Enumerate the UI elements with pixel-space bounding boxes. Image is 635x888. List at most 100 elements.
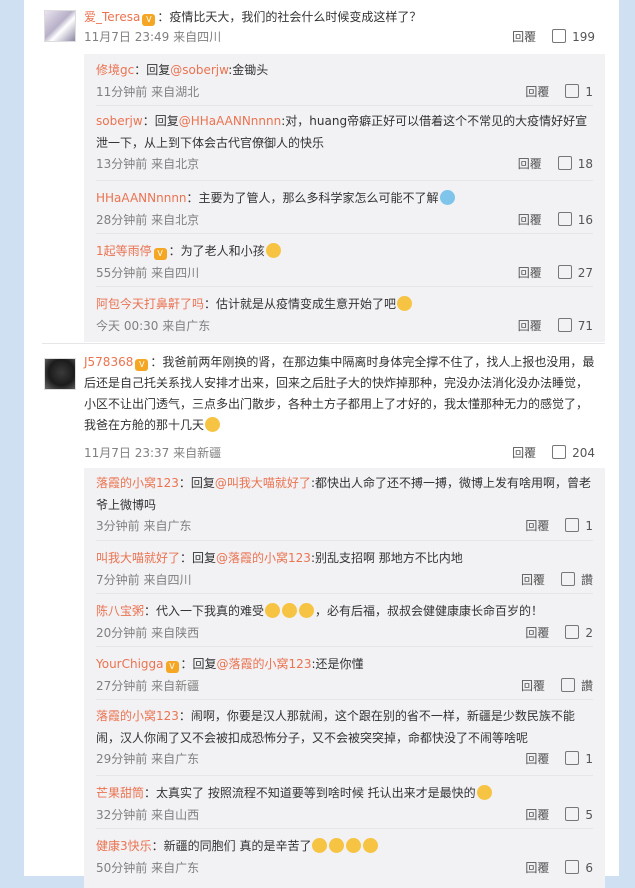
avatar[interactable]	[44, 358, 76, 390]
like-count: 71	[577, 319, 593, 333]
thumbs-up-icon[interactable]	[557, 212, 572, 226]
thumbs-up-icon[interactable]	[552, 445, 567, 459]
username-link[interactable]: 爱_Teresa	[84, 10, 140, 24]
like-count: 1	[585, 519, 593, 533]
reply-time: 11分钟前 来自湖北	[96, 85, 200, 99]
username-link[interactable]: HHaAANNnnnn	[96, 191, 187, 205]
reply-text: :金锄头	[228, 63, 269, 77]
reply-item: 1起等雨停 V ：为了老人和小孩 55分钟前 来自四川 回覆 27	[96, 239, 593, 283]
vip-badge-icon: V	[153, 248, 167, 260]
mention-link[interactable]: @soberjw	[170, 63, 228, 77]
mention-link[interactable]: @HHaAANNnnnn	[179, 114, 282, 128]
reply-button[interactable]: 回覆	[525, 626, 549, 640]
thumbs-up-icon[interactable]	[565, 625, 580, 639]
like-count: 204	[572, 446, 595, 460]
thumbs-up-icon[interactable]	[565, 860, 580, 874]
mention-link[interactable]: @落霞的小窝123	[217, 657, 312, 671]
like-count: 6	[585, 861, 593, 875]
thumbs-up-icon[interactable]	[565, 84, 580, 98]
like-count: 2	[585, 626, 593, 640]
reply-time: 27分钟前 来自新疆	[96, 679, 200, 693]
reply-text: ：主要为了管人，那么多科学家怎么可能不了解	[186, 191, 439, 205]
like-count: 1	[585, 752, 593, 766]
reply-button[interactable]: 回覆	[518, 319, 542, 333]
reply-button[interactable]: 回覆	[525, 808, 549, 822]
reply-item: soberjw：回复@HHaAANNnnnn:对，huang帝癖正好可以借着这个…	[96, 110, 593, 174]
username-link[interactable]: 1起等雨停	[96, 244, 152, 258]
reply-text: :还是你懂	[311, 657, 364, 671]
comment-body: 爱_Teresa V ：疫情比天大，我们的社会什么时候变成这样了？	[84, 7, 595, 28]
username-link[interactable]: 修境gc	[96, 63, 134, 77]
like-count: 16	[577, 213, 593, 227]
reply-button[interactable]: 回覆	[525, 519, 549, 533]
reply-button[interactable]: 回覆	[512, 30, 536, 44]
reply-text: ：太真实了 按照流程不知道要等到啥时候 托认出来才是最快的	[144, 786, 476, 800]
thumbs-up-icon[interactable]	[552, 29, 567, 43]
reply-time: 29分钟前 来自广东	[96, 752, 200, 766]
vip-badge-icon: V	[165, 661, 179, 673]
username-link[interactable]: 陈八宝粥	[96, 604, 144, 618]
reply-item: 落霞的小窝123：闹啊，你要是汉人那就闹，这个跟在别的省不一样，新疆是少数民族不…	[96, 705, 593, 769]
mention-link[interactable]: @落霞的小窝123	[216, 551, 311, 565]
thread-divider	[42, 343, 605, 344]
reply-time: 7分钟前 来自四川	[96, 573, 192, 587]
username-link[interactable]: J578368	[84, 355, 133, 369]
reply-time: 20分钟前 来自陕西	[96, 626, 200, 640]
reply-time: 3分钟前 来自广东	[96, 519, 192, 533]
crying-emoji-icon	[476, 785, 492, 800]
reply-time: 50分钟前 来自广东	[96, 861, 200, 875]
reply-text-tail: ，必有后福，叔叔会健健康康长命百岁的！	[315, 604, 544, 618]
username-link[interactable]: 阿包今天打鼻鼾了吗	[96, 297, 204, 311]
reply-button[interactable]: 回覆	[512, 446, 536, 460]
grin-emoji-icon	[265, 243, 281, 258]
crying-emoji-icon	[282, 603, 298, 618]
thumbs-up-icon[interactable]	[560, 572, 575, 586]
reply-prefix: ：回复	[180, 657, 217, 671]
username-link[interactable]: 落霞的小窝123	[96, 709, 179, 723]
thumbs-up-icon[interactable]	[557, 318, 572, 332]
username-link[interactable]: soberjw	[96, 114, 143, 128]
avatar[interactable]	[44, 10, 76, 42]
username-link[interactable]: 健康3快乐	[96, 839, 152, 853]
reply-item: YourChigga V ：回复@落霞的小窝123:还是你懂 27分钟前 来自新疆 回…	[96, 652, 593, 696]
thumbs-up-icon[interactable]	[565, 751, 580, 765]
reply-button[interactable]: 回覆	[525, 752, 549, 766]
comment-actions: 回覆 199	[512, 28, 595, 46]
like-count: 讚	[580, 573, 593, 587]
reply-item: 健康3快乐：新疆的同胞们 真的是辛苦了 50分钟前 来自广东 回覆 6	[96, 834, 593, 878]
reply-prefix: ：回复	[142, 114, 179, 128]
like-count: 27	[577, 266, 593, 280]
reply-button[interactable]: 回覆	[525, 85, 549, 99]
comment-body: J578368 V ：我爸前两年刚换的肾，在那边集中隔离时身体完全撑不住了，找人上报…	[84, 352, 595, 436]
reply-button[interactable]: 回覆	[521, 573, 545, 587]
comment-panel: 爱_Teresa V ：疫情比天大，我们的社会什么时候变成这样了？ 11月7日 23…	[24, 0, 619, 888]
username-link[interactable]: 芒果甜筒	[96, 786, 144, 800]
reply-time: 32分钟前 来自山西	[96, 808, 200, 822]
username-link[interactable]: 叫我大喵就好了	[96, 551, 180, 565]
reply-prefix: ：回复	[134, 63, 171, 77]
thumbs-up-icon[interactable]	[557, 156, 572, 170]
thumbs-up-icon[interactable]	[565, 807, 580, 821]
thumbs-up-icon[interactable]	[565, 518, 580, 532]
reply-button[interactable]: 回覆	[518, 266, 542, 280]
mention-link[interactable]: @叫我大喵就好了	[215, 476, 311, 490]
reply-list: 修境gc：回复@soberjw:金锄头 11分钟前 来自湖北 回覆 1 soberj…	[84, 54, 605, 342]
reply-button[interactable]: 回覆	[521, 679, 545, 693]
reply-item: 叫我大喵就好了：回复@落霞的小窝123:别乱支招啊 那地方不比内地 7分钟前 来…	[96, 546, 593, 590]
username-link[interactable]: YourChigga	[96, 657, 164, 671]
reply-button[interactable]: 回覆	[518, 213, 542, 227]
reply-item: HHaAANNnnnn：主要为了管人，那么多科学家怎么可能不了解 28分钟前 来…	[96, 186, 593, 230]
reply-item: 芒果甜筒：太真实了 按照流程不知道要等到啥时候 托认出来才是最快的 32分钟前 …	[96, 781, 593, 825]
comment-time: 11月7日 23:37 来自新疆	[84, 446, 222, 460]
reply-button[interactable]: 回覆	[518, 157, 542, 171]
username-link[interactable]: 落霞的小窝123	[96, 476, 179, 490]
reply-prefix: ：回复	[180, 551, 217, 565]
reply-list: 落霞的小窝123：回复@叫我大喵就好了:都快出人命了还不搏一搏，微博上发有啥用啊…	[84, 468, 605, 888]
thumbs-up-icon[interactable]	[557, 265, 572, 279]
like-count: 18	[577, 157, 593, 171]
thumbs-up-icon[interactable]	[560, 678, 575, 692]
reply-button[interactable]: 回覆	[525, 861, 549, 875]
crying-emoji-icon	[346, 838, 362, 853]
crying-emoji-icon	[363, 838, 379, 853]
reply-time: 55分钟前 来自四川	[96, 266, 200, 280]
